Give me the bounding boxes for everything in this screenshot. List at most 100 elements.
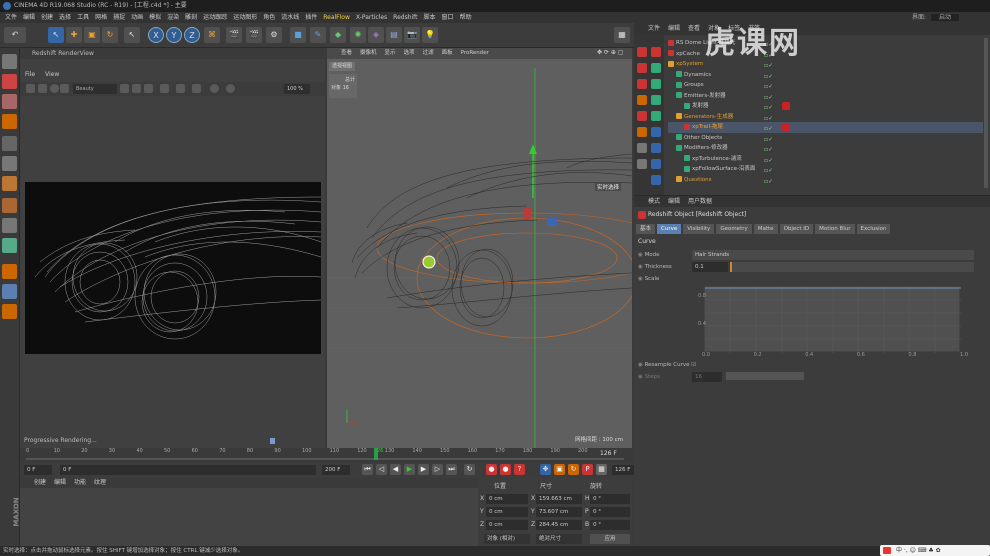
model-mode-icon[interactable] bbox=[2, 74, 17, 89]
viewport-nav-icons[interactable]: ✥ ⟳ ⊕ ▢ bbox=[597, 49, 627, 58]
xp-emitter-icon[interactable] bbox=[651, 47, 661, 57]
settings-icon[interactable] bbox=[226, 84, 235, 93]
camera-icon[interactable]: 📷 bbox=[404, 27, 420, 43]
xp-group-icon[interactable] bbox=[651, 63, 661, 73]
rotation-b-field[interactable]: 0 ° bbox=[590, 520, 630, 530]
xp-trail-icon[interactable] bbox=[637, 111, 647, 121]
axis-y-button[interactable]: Y bbox=[166, 27, 182, 43]
menu-snap[interactable]: 捕捉 bbox=[110, 12, 128, 23]
key-param-icon[interactable]: P bbox=[582, 464, 593, 475]
render-settings-icon[interactable]: ⚙ bbox=[266, 27, 282, 43]
edges-mode-icon[interactable] bbox=[2, 156, 17, 171]
xp-question-icon[interactable] bbox=[637, 95, 647, 105]
axis-mode-icon[interactable] bbox=[2, 198, 17, 213]
xp-tag-icon[interactable] bbox=[782, 102, 790, 110]
tree-item[interactable]: Dynamics ▫✓ bbox=[668, 70, 983, 81]
xp-misc-icon[interactable] bbox=[637, 143, 647, 153]
xp-action-icon[interactable] bbox=[651, 95, 661, 105]
tab-basic[interactable]: 基本 bbox=[636, 224, 656, 234]
renderview-menu-file[interactable]: File bbox=[25, 70, 35, 80]
next-key-icon[interactable]: ▷ bbox=[432, 464, 443, 475]
aov-select[interactable]: Beauty bbox=[73, 84, 117, 94]
size-y-field[interactable]: 73.607 cm bbox=[536, 507, 582, 517]
pen-icon[interactable]: ✎ bbox=[310, 27, 326, 43]
xp-skin-icon[interactable] bbox=[651, 159, 661, 169]
menu-character[interactable]: 角色 bbox=[260, 12, 278, 23]
save-image-icon[interactable] bbox=[26, 84, 35, 93]
tree-item[interactable]: Emitters-发射器 ▫✓ bbox=[668, 91, 983, 102]
stop-icon[interactable] bbox=[60, 84, 69, 93]
menu-edit[interactable]: 编辑 bbox=[20, 12, 38, 23]
size-x-field[interactable]: 159.663 cm bbox=[536, 494, 582, 504]
xp-follow-icon[interactable] bbox=[637, 127, 647, 137]
refresh-icon[interactable] bbox=[50, 84, 59, 93]
attr-menu-mode[interactable]: 模式 bbox=[648, 196, 660, 207]
record-icon[interactable]: ● bbox=[486, 464, 497, 475]
tree-item[interactable]: Modifiers-修改器 ▫✓ bbox=[668, 143, 983, 154]
menu-select[interactable]: 选择 bbox=[56, 12, 74, 23]
object-manager-scrollbar[interactable] bbox=[984, 38, 988, 188]
xp-modifier-icon[interactable] bbox=[651, 79, 661, 89]
xp-cache-icon[interactable] bbox=[637, 63, 647, 73]
solo-icon[interactable] bbox=[2, 284, 17, 299]
last-tool-icon[interactable]: ↖ bbox=[124, 27, 140, 43]
thickness-field[interactable]: 0.1 bbox=[692, 262, 728, 272]
tree-item[interactable]: 发射器 ▫✓ bbox=[668, 101, 983, 112]
prev-key-icon[interactable]: ◁ bbox=[376, 464, 387, 475]
pick-icon[interactable] bbox=[176, 84, 185, 93]
om-menu-edit[interactable]: 编辑 bbox=[668, 23, 680, 35]
material-menu-texture[interactable]: 纹理 bbox=[94, 478, 106, 488]
loop-icon[interactable]: ↻ bbox=[464, 464, 475, 475]
key-rotation-icon[interactable]: ↻ bbox=[568, 464, 579, 475]
thickness-slider[interactable] bbox=[730, 262, 974, 272]
menu-plugins[interactable]: 插件 bbox=[302, 12, 320, 23]
subdivision-icon[interactable]: ◆ bbox=[330, 27, 346, 43]
coordinate-system-icon[interactable]: ⌘ bbox=[204, 27, 220, 43]
cube-icon[interactable]: ■ bbox=[290, 27, 306, 43]
perspective-viewport[interactable]: 查看 摄像机 显示 选项 过滤 面板 ProRender 透视视图 总计 对象 … bbox=[327, 48, 632, 448]
menu-sculpt[interactable]: 雕刻 bbox=[182, 12, 200, 23]
rotation-h-field[interactable]: 0 ° bbox=[590, 494, 630, 504]
lut-icon[interactable] bbox=[132, 84, 141, 93]
tree-item[interactable]: Groups ▫✓ bbox=[668, 80, 983, 91]
xp-turbulence-icon[interactable] bbox=[651, 111, 661, 121]
resample-checkbox-icon[interactable]: ☑ bbox=[691, 362, 696, 368]
tree-item[interactable]: Questions ▫✓ bbox=[668, 175, 983, 186]
frame-range-slider[interactable]: 0 F bbox=[60, 465, 316, 475]
menu-realflow[interactable]: RealFlow bbox=[320, 12, 353, 23]
move-icon[interactable]: ✚ bbox=[66, 27, 82, 43]
tree-item-selected[interactable]: xpTrail-拖尾 ▫✓ bbox=[668, 122, 983, 133]
snapshot-icon[interactable] bbox=[38, 84, 47, 93]
layout-toggle-icon[interactable]: ▦ bbox=[614, 27, 630, 43]
lock-workplane-icon[interactable] bbox=[2, 304, 17, 319]
workplane-icon[interactable] bbox=[2, 114, 17, 129]
timeline-ruler[interactable]: 0 10 20 30 40 50 60 70 80 90 100 110 120 126 130 140 150… bbox=[20, 448, 632, 462]
rotation-p-field[interactable]: 0 ° bbox=[590, 507, 630, 517]
array-icon[interactable]: ✺ bbox=[350, 27, 366, 43]
position-z-field[interactable]: 0 cm bbox=[486, 520, 528, 530]
xp-system-icon[interactable] bbox=[637, 47, 647, 57]
crop-icon[interactable] bbox=[144, 84, 153, 93]
xp-tag-icon[interactable] bbox=[782, 123, 790, 131]
om-menu-file[interactable]: 文件 bbox=[648, 23, 660, 35]
menu-render[interactable]: 渲染 bbox=[164, 12, 182, 23]
menu-redshift[interactable]: Redshift bbox=[390, 12, 420, 23]
menu-animate[interactable]: 动画 bbox=[128, 12, 146, 23]
tab-geometry[interactable]: Geometry bbox=[716, 224, 752, 234]
channel-icon[interactable] bbox=[120, 84, 129, 93]
menu-file[interactable]: 文件 bbox=[2, 12, 20, 23]
menu-pipeline[interactable]: 流水线 bbox=[278, 12, 302, 23]
menu-tools[interactable]: 工具 bbox=[74, 12, 92, 23]
menu-script[interactable]: 脚本 bbox=[421, 12, 439, 23]
key-position-icon[interactable]: ✥ bbox=[540, 464, 551, 475]
menu-create[interactable]: 创建 bbox=[38, 12, 56, 23]
thickness-slider-handle[interactable] bbox=[730, 262, 732, 272]
render-view-icon[interactable]: 🎬 bbox=[246, 27, 262, 43]
next-frame-icon[interactable]: ▶ bbox=[418, 464, 429, 475]
position-y-field[interactable]: 0 cm bbox=[486, 507, 528, 517]
deformer-icon[interactable]: ◈ bbox=[368, 27, 384, 43]
region-icon[interactable] bbox=[160, 84, 169, 93]
goto-start-icon[interactable]: ⏮ bbox=[362, 464, 373, 475]
tab-visibility[interactable]: Visibility bbox=[683, 224, 715, 234]
render-region-icon[interactable]: 🎬 bbox=[226, 27, 242, 43]
